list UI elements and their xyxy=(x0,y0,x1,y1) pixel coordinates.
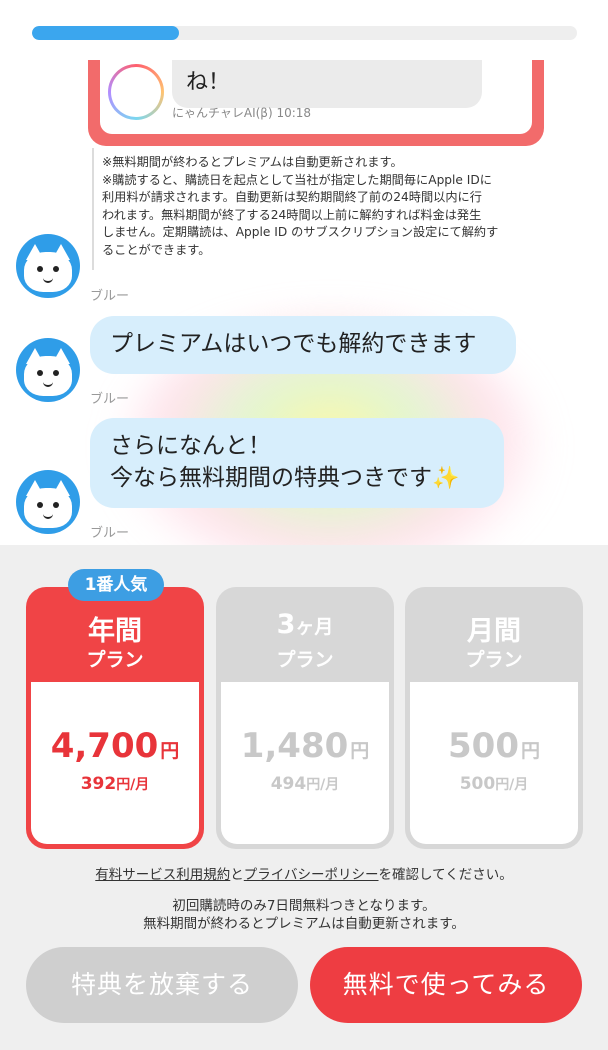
plan-subtitle: プラン xyxy=(465,649,523,671)
plan-subtitle: プラン xyxy=(86,649,144,671)
plan-card-3month[interactable]: 3ヶ月 プラン 1,480 円 494円/月 xyxy=(216,587,394,849)
bubble-text: 今なら無料期間の特典つきです xyxy=(110,465,432,491)
plan-subtitle: プラン xyxy=(276,649,334,671)
plan-price: 500 円 xyxy=(448,726,540,766)
legal-line: ることができます。 xyxy=(102,242,211,257)
legal-line: われます。無料期間が終了する24時間以上前に解約すれば料金は発生 xyxy=(102,207,482,222)
legal-line: しません。定期購読は、Apple ID のサブスクリプション設定にて解約す xyxy=(102,225,499,239)
preview-bubble: ね！ xyxy=(172,60,482,108)
chat-area[interactable]: ね！ にゃんチャレAI(β) 10:18 ※無料期間が終わるとプレミアムは自動更… xyxy=(0,60,608,545)
privacy-policy-link[interactable]: プライバシーポリシー xyxy=(244,867,379,883)
blue-cat-avatar xyxy=(16,470,80,534)
preview-bubble-text: ね！ xyxy=(186,70,231,95)
ai-avatar xyxy=(108,64,164,120)
chat-bubble: さらになんと！ 今なら無料期間の特典つきです✨ xyxy=(90,418,504,508)
plan-card-monthly[interactable]: 月間 プラン 500 円 500円/月 xyxy=(405,587,583,849)
terms-notice: 有料サービス利用規約とプライバシーポリシーを確認してください。 xyxy=(95,867,513,883)
plan-title: 3ヶ月 xyxy=(276,609,334,640)
bubble-text: さらになんと！ xyxy=(110,433,271,459)
chat-preview-card: ね！ にゃんチャレAI(β) 10:18 xyxy=(88,60,544,146)
plan-title: 月間 xyxy=(467,616,521,647)
plan-title: 年間 xyxy=(88,616,142,647)
progress-fill xyxy=(32,26,180,40)
legal-disclaimer: ※無料期間が終わるとプレミアムは自動更新されます。 ※購読すると、購読日を起点と… xyxy=(92,148,540,270)
legal-line: ※購読すると、購読日を起点として当社が指定した期間毎にApple IDに xyxy=(102,172,492,187)
plan-price: 4,700 円 xyxy=(50,726,180,766)
bubble-text: プレミアムはいつでも解約できます xyxy=(110,331,477,357)
sender-name: ブルー xyxy=(90,392,130,407)
plan-card-annual[interactable]: 1番人気 年間 プラン 4,700 円 392円/月 xyxy=(26,569,204,849)
terms-of-service-link[interactable]: 有料サービス利用規約 xyxy=(95,867,230,883)
chat-bubble: プレミアムはいつでも解約できます xyxy=(90,316,516,374)
plan-price: 1,480 円 xyxy=(240,726,370,766)
trial-notice: 初回購読時のみ7日間無料つきとなります。 無料期間が終わるとプレミアムは自動更新… xyxy=(143,898,465,932)
start-free-trial-button[interactable]: 無料で使ってみる xyxy=(310,947,582,1023)
preview-sender-time: にゃんチャレAI(β) 10:18 xyxy=(172,106,312,120)
plan-monthly-price: 500円/月 xyxy=(459,774,529,794)
plan-monthly-price: 494円/月 xyxy=(270,774,340,794)
blue-cat-avatar xyxy=(16,338,80,402)
sender-name: ブルー xyxy=(90,289,130,304)
sender-name: ブルー xyxy=(90,526,130,541)
blue-cat-avatar xyxy=(16,234,80,298)
progress-bar xyxy=(32,26,577,40)
plan-monthly-price: 392円/月 xyxy=(80,774,150,794)
legal-line: ※無料期間が終わるとプレミアムは自動更新されます。 xyxy=(102,155,403,169)
sparkles-icon: ✨ xyxy=(432,466,460,491)
legal-line: 利用料が請求されます。自動更新は契約期間終了前の24時間以内に行 xyxy=(102,190,482,204)
plan-selection-sheet: 1番人気 年間 プラン 4,700 円 392円/月 3ヶ月 プラン 1,480 円… xyxy=(0,545,608,1050)
decline-offer-button[interactable]: 特典を放棄する xyxy=(26,947,298,1023)
